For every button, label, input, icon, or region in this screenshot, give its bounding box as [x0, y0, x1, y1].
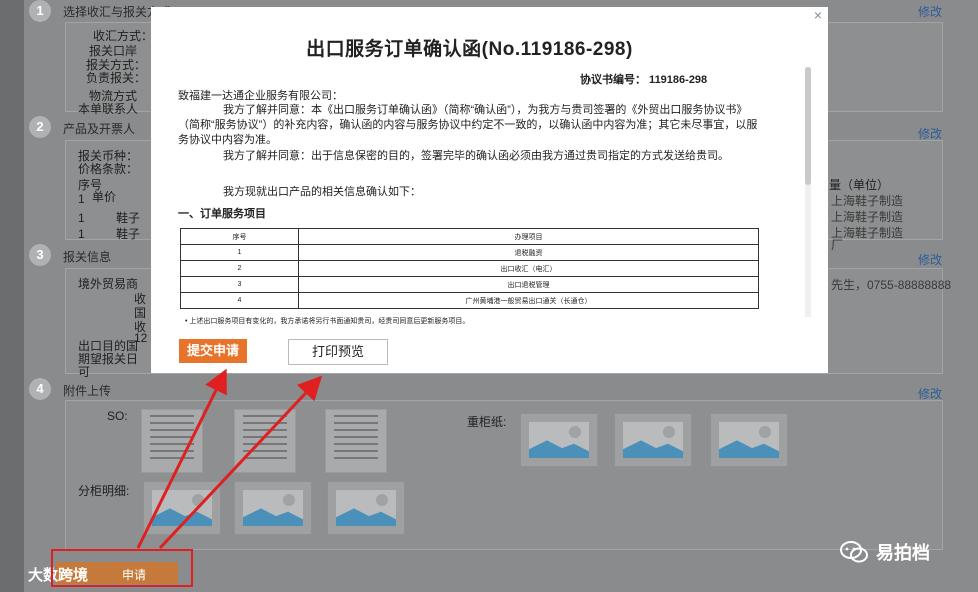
watermark-brand: 易拍档: [876, 543, 930, 563]
arrow-to-submit: [136, 368, 227, 549]
annotation-arrows: [136, 368, 323, 550]
arrow-to-print: [158, 375, 323, 550]
annotation-highlight-box: [51, 549, 193, 587]
wechat-icon: [840, 541, 868, 563]
